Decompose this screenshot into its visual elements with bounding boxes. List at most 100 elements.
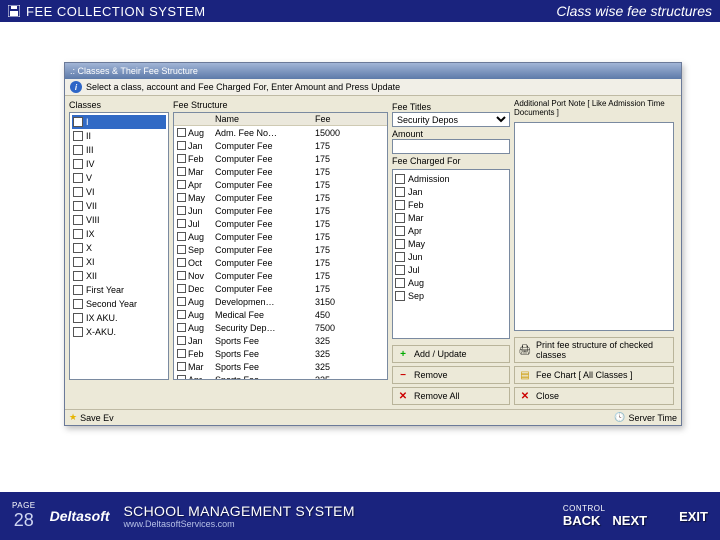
checkbox-icon[interactable] (177, 323, 186, 332)
checkbox-icon[interactable] (177, 180, 186, 189)
checkbox-icon[interactable] (395, 278, 405, 288)
class-row[interactable]: IX (72, 227, 166, 241)
checkbox-icon[interactable] (73, 187, 83, 197)
fee-structure-listbox[interactable]: Name Fee AugAdm. Fee No…15000JanComputer… (173, 112, 388, 380)
fee-row[interactable]: SepComputer Fee175 (174, 243, 387, 256)
checkbox-icon[interactable] (73, 159, 83, 169)
month-row[interactable]: Mar (395, 211, 507, 224)
class-row[interactable]: V (72, 171, 166, 185)
checkbox-icon[interactable] (395, 226, 405, 236)
status-save[interactable]: ★ Save Ev (69, 412, 114, 423)
class-row[interactable]: Second Year (72, 297, 166, 311)
class-row[interactable]: First Year (72, 283, 166, 297)
fee-titles-select[interactable]: Security Depos (392, 112, 510, 127)
checkbox-icon[interactable] (73, 271, 83, 281)
class-row[interactable]: XII (72, 269, 166, 283)
amount-input[interactable] (392, 139, 510, 154)
fee-row[interactable]: JanComputer Fee175 (174, 139, 387, 152)
checkbox-icon[interactable] (177, 375, 186, 380)
month-row[interactable]: Apr (395, 224, 507, 237)
month-row[interactable]: Aug (395, 276, 507, 289)
checkbox-icon[interactable] (73, 131, 83, 141)
checkbox-icon[interactable] (177, 297, 186, 306)
checkbox-icon[interactable] (177, 206, 186, 215)
checkbox-icon[interactable] (73, 243, 83, 253)
print-button[interactable]: 🖨 Print fee structure of checked classes (514, 337, 674, 363)
month-row[interactable]: Jan (395, 185, 507, 198)
checkbox-icon[interactable] (177, 167, 186, 176)
checkbox-icon[interactable] (177, 141, 186, 150)
close-button[interactable]: ✕ Close (514, 387, 674, 405)
month-row[interactable]: Admission (395, 172, 507, 185)
checkbox-icon[interactable] (73, 173, 83, 183)
checkbox-icon[interactable] (73, 229, 83, 239)
checkbox-icon[interactable] (177, 232, 186, 241)
checkbox-icon[interactable] (395, 252, 405, 262)
checkbox-icon[interactable] (177, 219, 186, 228)
fee-row[interactable]: AugSecurity Dep…7500 (174, 321, 387, 334)
checkbox-icon[interactable] (395, 291, 405, 301)
window-titlebar[interactable]: .: Classes & Their Fee Structure (65, 63, 681, 79)
checkbox-icon[interactable] (395, 174, 405, 184)
month-row[interactable]: Jul (395, 263, 507, 276)
fee-row[interactable]: AugMedical Fee450 (174, 308, 387, 321)
month-row[interactable]: Sep (395, 289, 507, 302)
fee-row[interactable]: FebSports Fee325 (174, 347, 387, 360)
fee-row[interactable]: OctComputer Fee175 (174, 256, 387, 269)
class-row[interactable]: X (72, 241, 166, 255)
class-row[interactable]: I (72, 115, 166, 129)
remove-button[interactable]: − Remove (392, 366, 510, 384)
fee-row[interactable]: DecComputer Fee175 (174, 282, 387, 295)
checkbox-icon[interactable] (177, 310, 186, 319)
checkbox-icon[interactable] (177, 154, 186, 163)
checkbox-icon[interactable] (73, 201, 83, 211)
class-row[interactable]: IX AKU. (72, 311, 166, 325)
classes-listbox[interactable]: IIIIIIIVVVIVIIVIIIIXXXIXIIFirst YearSeco… (69, 112, 169, 380)
checkbox-icon[interactable] (73, 145, 83, 155)
fee-row[interactable]: AprSports Fee325 (174, 373, 387, 380)
month-row[interactable]: May (395, 237, 507, 250)
checkbox-icon[interactable] (395, 239, 405, 249)
checkbox-icon[interactable] (177, 336, 186, 345)
remove-all-button[interactable]: ✕ Remove All (392, 387, 510, 405)
class-row[interactable]: IV (72, 157, 166, 171)
fee-row[interactable]: AugComputer Fee175 (174, 230, 387, 243)
class-row[interactable]: II (72, 129, 166, 143)
checkbox-icon[interactable] (395, 265, 405, 275)
fee-row[interactable]: AugAdm. Fee No…15000 (174, 126, 387, 139)
checkbox-icon[interactable] (73, 313, 83, 323)
fee-row[interactable]: JanSports Fee325 (174, 334, 387, 347)
next-button[interactable]: NEXT (612, 513, 647, 528)
checkbox-icon[interactable] (177, 245, 186, 254)
month-row[interactable]: Jun (395, 250, 507, 263)
fee-row[interactable]: NovComputer Fee175 (174, 269, 387, 282)
checkbox-icon[interactable] (395, 187, 405, 197)
checkbox-icon[interactable] (177, 193, 186, 202)
checkbox-icon[interactable] (73, 117, 83, 127)
fee-row[interactable]: JulComputer Fee175 (174, 217, 387, 230)
checkbox-icon[interactable] (177, 128, 186, 137)
fee-row[interactable]: MarComputer Fee175 (174, 165, 387, 178)
checkbox-icon[interactable] (395, 213, 405, 223)
class-row[interactable]: VII (72, 199, 166, 213)
add-update-button[interactable]: + Add / Update (392, 345, 510, 363)
class-row[interactable]: III (72, 143, 166, 157)
fee-row[interactable]: MayComputer Fee175 (174, 191, 387, 204)
documents-textbox[interactable] (514, 122, 674, 331)
back-button[interactable]: BACK (563, 513, 601, 528)
checkbox-icon[interactable] (177, 271, 186, 280)
checkbox-icon[interactable] (73, 215, 83, 225)
class-row[interactable]: X-AKU. (72, 325, 166, 339)
checkbox-icon[interactable] (73, 299, 83, 309)
checkbox-icon[interactable] (177, 349, 186, 358)
fee-row[interactable]: JunComputer Fee175 (174, 204, 387, 217)
class-row[interactable]: VIII (72, 213, 166, 227)
fee-chart-button[interactable]: ▤ Fee Chart [ All Classes ] (514, 366, 674, 384)
fee-row[interactable]: FebComputer Fee175 (174, 152, 387, 165)
class-row[interactable]: VI (72, 185, 166, 199)
exit-button[interactable]: EXIT (679, 509, 708, 524)
checkbox-icon[interactable] (177, 258, 186, 267)
month-row[interactable]: Feb (395, 198, 507, 211)
checkbox-icon[interactable] (73, 285, 83, 295)
fee-row[interactable]: AugDevelopmen…3150 (174, 295, 387, 308)
